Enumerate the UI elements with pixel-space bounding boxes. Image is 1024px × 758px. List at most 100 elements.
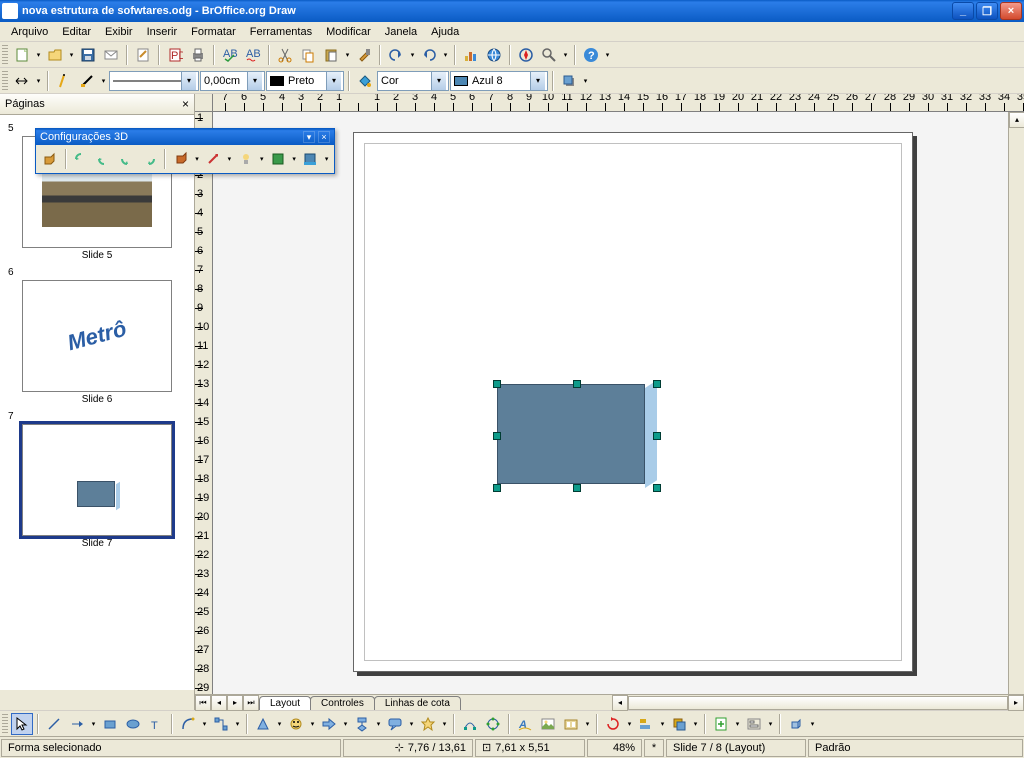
- undo-dropdown[interactable]: ▾: [408, 51, 417, 59]
- hyperlink-icon[interactable]: [483, 44, 505, 66]
- toolbar-handle[interactable]: [2, 714, 8, 734]
- menu-arquivo[interactable]: Arquivo: [4, 24, 55, 40]
- tab-last-icon[interactable]: ⏭: [243, 695, 259, 711]
- surface-icon[interactable]: [267, 148, 289, 170]
- arrange-icon[interactable]: [668, 713, 690, 735]
- slide-thumb-6[interactable]: 6 Metrô Slide 6: [4, 267, 190, 405]
- menu-inserir[interactable]: Inserir: [140, 24, 185, 40]
- paste-icon[interactable]: [320, 44, 342, 66]
- from-file-icon[interactable]: [537, 713, 559, 735]
- tab-next-icon[interactable]: ▸: [227, 695, 243, 711]
- fill-color-combo[interactable]: Azul 8: [450, 71, 548, 91]
- tilt-up-icon[interactable]: [93, 148, 115, 170]
- toolbar-handle[interactable]: [2, 45, 8, 65]
- drawbar-overflow[interactable]: ▾: [808, 720, 817, 728]
- glue-points-icon[interactable]: [482, 713, 504, 735]
- align-icon[interactable]: [635, 713, 657, 735]
- line-color-combo[interactable]: Preto: [266, 71, 344, 91]
- ellipse-tool-icon[interactable]: [122, 713, 144, 735]
- direction-icon[interactable]: [202, 148, 224, 170]
- email-icon[interactable]: [100, 44, 122, 66]
- float-3d-pin-icon[interactable]: ▾: [303, 131, 315, 143]
- float-3d-close-icon[interactable]: ×: [318, 131, 330, 143]
- chart-icon[interactable]: [460, 44, 482, 66]
- hscroll-left-icon[interactable]: ◂: [612, 695, 628, 711]
- undo-icon[interactable]: [385, 44, 407, 66]
- toolbar-overflow[interactable]: ▾: [603, 51, 612, 59]
- tab-prev-icon[interactable]: ◂: [211, 695, 227, 711]
- tilt-left-icon[interactable]: [116, 148, 138, 170]
- stars-icon[interactable]: [417, 713, 439, 735]
- horizontal-scrollbar[interactable]: [628, 696, 1008, 710]
- restore-button[interactable]: ❐: [976, 2, 998, 20]
- block-arrows-icon[interactable]: [318, 713, 340, 735]
- toolbar-handle[interactable]: [2, 71, 8, 91]
- tilt-down-icon[interactable]: [71, 148, 93, 170]
- redo-dropdown[interactable]: ▾: [441, 51, 450, 59]
- gallery-icon[interactable]: [560, 713, 582, 735]
- tab-controles[interactable]: Controles: [310, 696, 375, 710]
- select-tool-icon[interactable]: [11, 713, 33, 735]
- line-style-icon[interactable]: [53, 70, 75, 92]
- shadow-icon[interactable]: [558, 70, 580, 92]
- vertical-scrollbar[interactable]: ▴: [1008, 112, 1024, 694]
- close-button[interactable]: ×: [1000, 2, 1022, 20]
- symbol-shapes-icon[interactable]: [285, 713, 307, 735]
- depth-icon[interactable]: [170, 148, 192, 170]
- menu-ferramentas[interactable]: Ferramentas: [243, 24, 319, 40]
- horizontal-ruler[interactable]: 7654321123456789101112131415161718192021…: [213, 94, 1024, 112]
- open-dropdown[interactable]: ▾: [67, 51, 76, 59]
- menu-formatar[interactable]: Formatar: [184, 24, 243, 40]
- new-dropdown[interactable]: ▾: [34, 51, 43, 59]
- controls-icon[interactable]: [743, 713, 765, 735]
- new-doc-icon[interactable]: [11, 44, 33, 66]
- arrow-line-icon[interactable]: [66, 713, 88, 735]
- tab-linhas[interactable]: Linhas de cota: [374, 696, 461, 710]
- arrow-style-icon[interactable]: [11, 70, 33, 92]
- insert-icon[interactable]: [710, 713, 732, 735]
- open-icon[interactable]: [44, 44, 66, 66]
- slide-thumb-7[interactable]: 7 Slide 7: [4, 411, 190, 549]
- lighting-icon[interactable]: [235, 148, 257, 170]
- slides-panel-close-icon[interactable]: ×: [182, 97, 189, 111]
- fontwork-icon[interactable]: A: [514, 713, 536, 735]
- rotate-icon[interactable]: [602, 713, 624, 735]
- extrusion-icon[interactable]: [785, 713, 807, 735]
- vertical-ruler[interactable]: 1123456789101112131415161718192021222324…: [195, 112, 213, 694]
- hscroll-right-icon[interactable]: ▸: [1008, 695, 1024, 711]
- area-fill-icon[interactable]: [354, 70, 376, 92]
- 3d-color-icon[interactable]: [300, 148, 322, 170]
- float-3d-header[interactable]: Configurações 3D ▾ ×: [36, 129, 334, 145]
- spellcheck-icon[interactable]: ABC: [219, 44, 241, 66]
- edit-file-icon[interactable]: [132, 44, 154, 66]
- line-style-combo[interactable]: [109, 71, 199, 91]
- tab-layout[interactable]: Layout: [259, 696, 311, 710]
- menu-janela[interactable]: Janela: [378, 24, 424, 40]
- menu-ajuda[interactable]: Ajuda: [424, 24, 466, 40]
- line-tool-icon[interactable]: [43, 713, 65, 735]
- save-icon[interactable]: [77, 44, 99, 66]
- edit-points-icon[interactable]: [459, 713, 481, 735]
- extrude-toggle-icon[interactable]: [39, 148, 61, 170]
- curve-tool-icon[interactable]: [177, 713, 199, 735]
- autospell-icon[interactable]: ABC: [242, 44, 264, 66]
- copy-icon[interactable]: [297, 44, 319, 66]
- fill-type-combo[interactable]: Cor: [377, 71, 449, 91]
- line-width-input[interactable]: 0,00cm: [200, 71, 265, 91]
- flowchart-icon[interactable]: [351, 713, 373, 735]
- float-3d-settings[interactable]: Configurações 3D ▾ × ▾ ▾ ▾ ▾ ▾: [35, 128, 335, 174]
- tab-first-icon[interactable]: ⏮: [195, 695, 211, 711]
- basic-shapes-icon[interactable]: [252, 713, 274, 735]
- zoom-icon[interactable]: [538, 44, 560, 66]
- menu-modificar[interactable]: Modificar: [319, 24, 378, 40]
- menu-exibir[interactable]: Exibir: [98, 24, 140, 40]
- paste-dropdown[interactable]: ▾: [343, 51, 352, 59]
- menu-editar[interactable]: Editar: [55, 24, 98, 40]
- rectangle-tool-icon[interactable]: [99, 713, 121, 735]
- slides-thumbnail-list[interactable]: 5 Slide 5 6 Metrô Slide 6 7: [0, 115, 194, 690]
- minimize-button[interactable]: _: [952, 2, 974, 20]
- status-zoom[interactable]: 48%: [587, 739, 642, 757]
- connector-tool-icon[interactable]: [210, 713, 232, 735]
- format-paintbrush-icon[interactable]: [353, 44, 375, 66]
- tilt-right-icon[interactable]: [138, 148, 160, 170]
